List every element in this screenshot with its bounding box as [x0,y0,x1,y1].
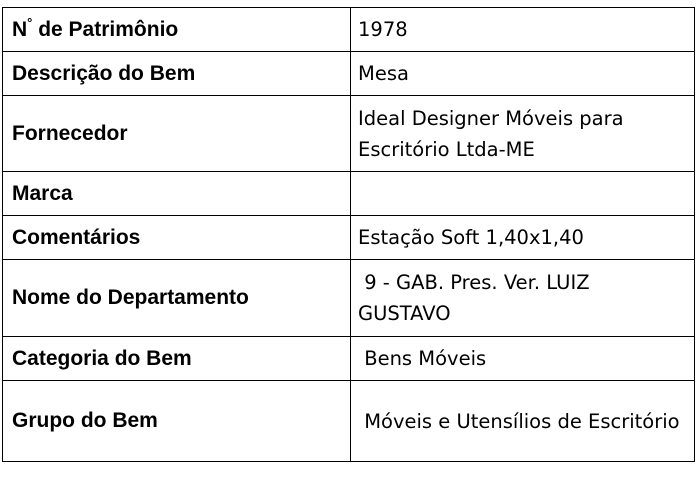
table-row-department: Nome do Departamento 9 - GAB. Pres. Ver.… [2,259,695,337]
table-row-comments: Comentários Estação Soft 1,40x1,40 [2,215,695,260]
value-asset-description: Mesa [350,51,695,96]
label-asset-number: N° de Patrimônio [2,7,351,52]
table-row-supplier: Fornecedor Ideal Designer Móveis para Es… [2,95,695,172]
table-row-asset-category: Categoria do Bem Bens Móveis [2,336,695,381]
value-supplier: Ideal Designer Móveis para Escritório Lt… [350,95,695,172]
table-row-brand: Marca [2,171,695,216]
value-asset-number: 1978 [350,7,695,52]
label-asset-description: Descrição do Bem [2,51,351,96]
asset-details-table: N° de Patrimônio 1978 Descrição do Bem M… [2,7,695,462]
value-comments: Estação Soft 1,40x1,40 [350,215,695,260]
table-row-asset-number: N° de Patrimônio 1978 [2,7,695,52]
value-brand [350,171,695,216]
table-row-asset-group: Grupo do Bem Móveis e Utensílios de Escr… [2,380,695,462]
label-asset-category: Categoria do Bem [2,336,351,381]
label-asset-group: Grupo do Bem [2,380,351,462]
label-comments: Comentários [2,215,351,260]
table-row-asset-description: Descrição do Bem Mesa [2,51,695,96]
value-department: 9 - GAB. Pres. Ver. LUIZ GUSTAVO [350,259,695,337]
label-brand: Marca [2,171,351,216]
label-asset-number-rest: de Patrimônio [32,17,179,41]
label-asset-number-prefix: N [12,17,28,41]
value-asset-category: Bens Móveis [350,336,695,381]
label-supplier: Fornecedor [2,95,351,172]
label-department: Nome do Departamento [2,259,351,337]
value-asset-group: Móveis e Utensílios de Escritório [350,380,695,462]
